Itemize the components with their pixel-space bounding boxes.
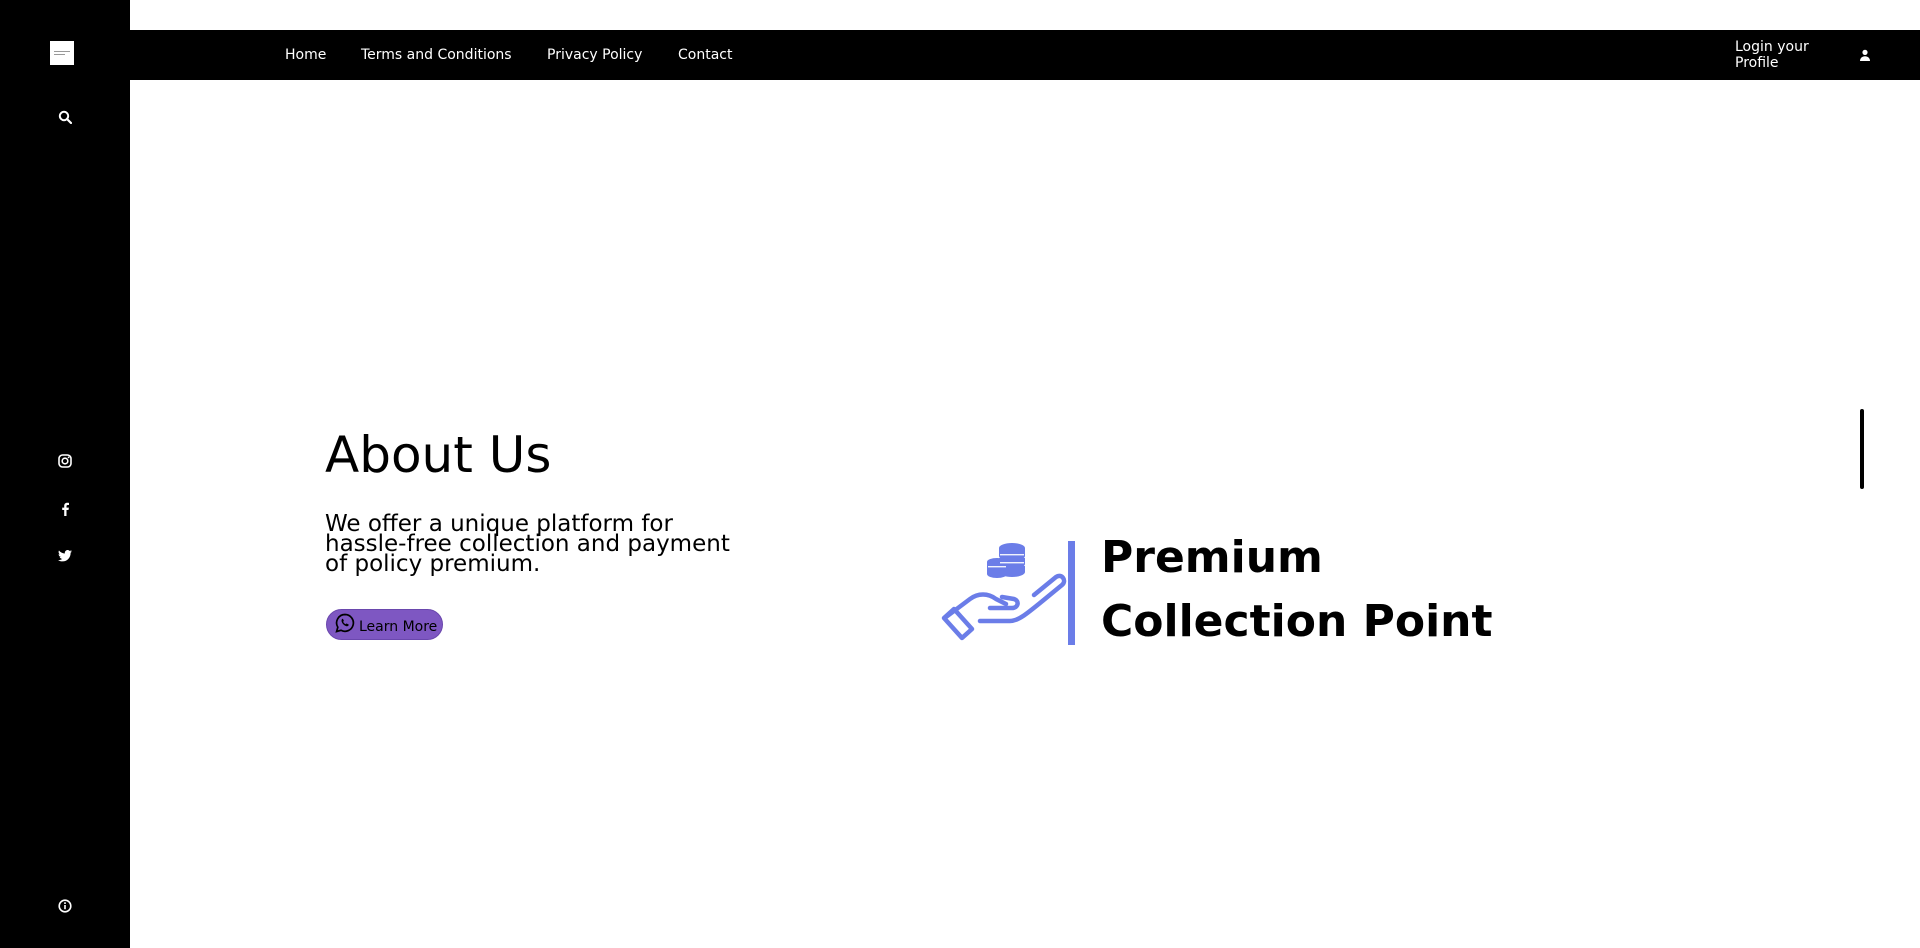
site-logo[interactable] <box>50 41 74 65</box>
user-icon[interactable] <box>1857 47 1873 63</box>
brand-name-line1: Premium <box>1101 532 1323 583</box>
nav-link-home[interactable]: Home <box>285 47 326 63</box>
page-title: About Us <box>325 426 552 484</box>
login-link[interactable]: Login your Profile <box>1735 39 1845 71</box>
search-icon[interactable] <box>55 107 75 127</box>
nav-link-contact[interactable]: Contact <box>678 47 732 63</box>
nav-link-terms[interactable]: Terms and Conditions <box>361 47 512 63</box>
hand-coins-icon <box>940 535 1080 659</box>
nav-link-privacy[interactable]: Privacy Policy <box>547 47 642 63</box>
top-navigation: Home Terms and Conditions Privacy Policy… <box>130 30 1920 80</box>
facebook-icon[interactable] <box>55 499 75 519</box>
sidebar <box>0 0 130 948</box>
scroll-indicator[interactable] <box>1860 409 1864 489</box>
learn-more-label: Learn More <box>359 618 438 635</box>
about-description: We offer a unique platform for hassle-fr… <box>325 511 730 577</box>
learn-more-button[interactable]: Learn More <box>326 609 443 640</box>
twitter-icon[interactable] <box>55 546 75 566</box>
instagram-icon[interactable] <box>55 451 75 471</box>
info-icon[interactable] <box>55 896 75 916</box>
brand-name-line2: Collection Point <box>1101 596 1493 647</box>
whatsapp-icon <box>335 613 355 637</box>
